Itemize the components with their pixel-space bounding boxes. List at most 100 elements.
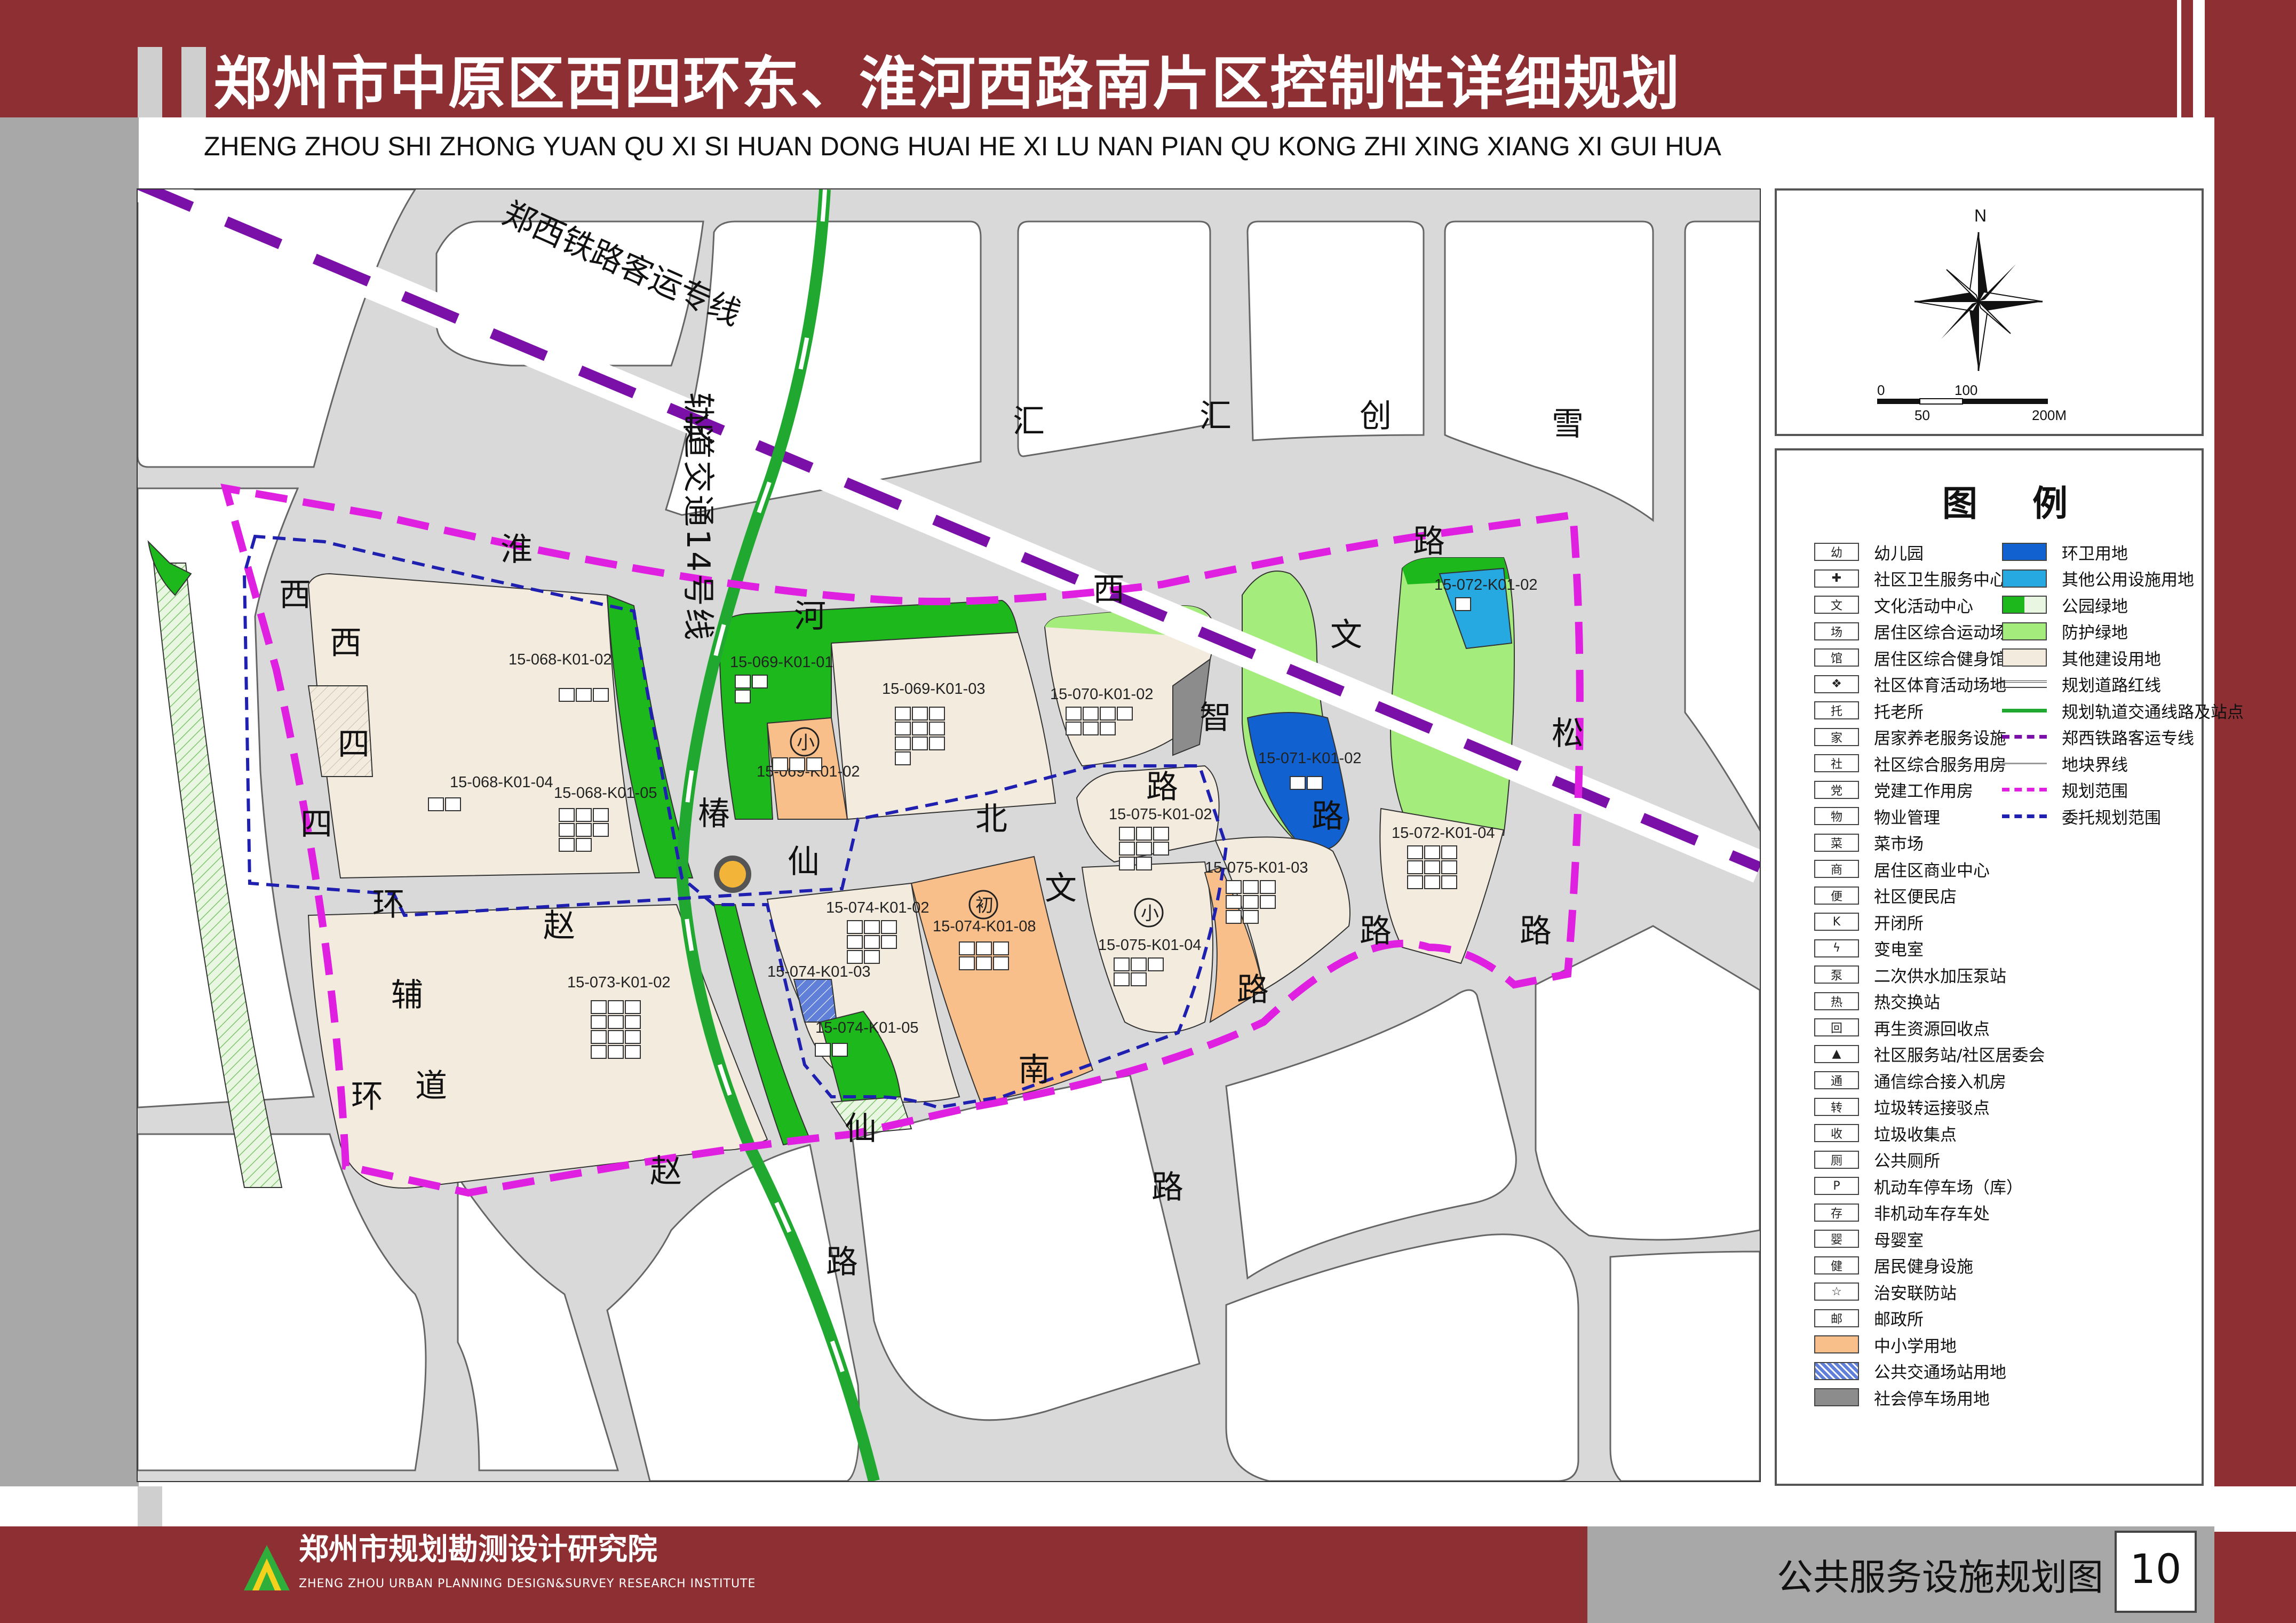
- parcel-id: 15-074-K01-08: [933, 918, 1036, 935]
- legend-swatch-icon: 存: [1814, 1203, 1859, 1222]
- road-label-lu4: 路: [1520, 913, 1552, 950]
- legend-label: 其他公用设施用地: [2062, 571, 2194, 590]
- legend-item: P 机动车停车场（库）: [1814, 1175, 2023, 1198]
- legend-label: 地块界线: [2062, 755, 2128, 775]
- north-label: N: [1974, 206, 1987, 225]
- road-label-lu2: 路: [1312, 798, 1344, 835]
- road-label-huai: 淮: [500, 531, 533, 568]
- legend-item: 公共交通场站用地: [1814, 1360, 2006, 1382]
- legend-item: ❖ 社区体育活动场地: [1814, 674, 2006, 695]
- parcel-id: 15-068-K01-04: [450, 774, 553, 791]
- legend-swatch-icon: 热: [1814, 992, 1859, 1010]
- road-label-wen: 文: [1045, 870, 1077, 907]
- legend-label: 再生资源回收点: [1874, 1019, 1990, 1039]
- legend-label: 开闭所: [1874, 914, 1924, 933]
- legend-swatch-icon: 收: [1814, 1124, 1859, 1142]
- parcel-id: 15-069-K01-03: [882, 680, 985, 698]
- scale-bar: 0 100 50 200M: [1877, 382, 2067, 423]
- legend-item: 菜菜市场: [1814, 832, 1924, 854]
- left-gray-band: [0, 117, 139, 1532]
- legend-label: 居民健身设施: [1874, 1257, 1973, 1277]
- parcel-id: 15-070-K01-02: [1050, 686, 1153, 703]
- legend-swatch-icon: 厕: [1814, 1150, 1859, 1169]
- legend-item: ϟ 变电室: [1814, 938, 1924, 960]
- parcel-id: 15-074-K01-03: [767, 963, 870, 980]
- legend-item: ✚ 社区卫生服务中心: [1814, 568, 2006, 590]
- metro-label: 轨道交通14号线: [679, 392, 717, 642]
- legend-label: 社区综合服务用房: [1874, 755, 2006, 775]
- legend-item: 泵二次供水加压泵站: [1814, 964, 2006, 986]
- legend-label: 防护绿地: [2062, 623, 2128, 643]
- legend-swatch-icon: [2002, 781, 2047, 799]
- institute-logo-icon: [244, 1545, 290, 1590]
- legend-item: ▲ 社区服务站/社区居委会: [1814, 1043, 2045, 1065]
- legend-label: 规划道路红线: [2062, 676, 2161, 695]
- legend-swatch-icon: 泵: [1814, 965, 1859, 984]
- road-label-chun: 椿: [698, 795, 730, 833]
- legend-label: 规划范围: [2062, 782, 2128, 801]
- legend-swatch-icon: [2002, 675, 2047, 693]
- north-arrow-icon: [1914, 232, 2043, 371]
- legend-swatch-icon: ❖: [1814, 675, 1859, 693]
- parcel-id: 15-072-K01-02: [1434, 576, 1537, 593]
- legend-item: ☆ 治安联防站: [1814, 1281, 1957, 1303]
- right-banner: [2214, 0, 2296, 1623]
- legend-label: 幼儿园: [1874, 544, 1924, 564]
- legend-label: 公园绿地: [2062, 597, 2128, 616]
- road-label-lu6: 路: [1151, 1169, 1183, 1206]
- legend-label: 文化活动中心: [1874, 597, 1973, 616]
- legend-swatch-icon: [2002, 754, 2047, 772]
- legend-label: 规划轨道交通线路及站点: [2062, 702, 2244, 722]
- legend-item: 幼幼儿园: [1814, 541, 1924, 564]
- road-label-xue: 雪: [1552, 406, 1584, 443]
- parcel-id: 15-073-K01-02: [567, 974, 670, 991]
- primary-school-mark: 小: [1141, 903, 1159, 924]
- legend-item: 家居家养老服务设施: [1814, 726, 2006, 748]
- legend-item: 党党建工作用房: [1814, 779, 1973, 801]
- road-label-ring-huan: 环: [351, 1078, 383, 1115]
- road-label-si: 四: [338, 726, 370, 763]
- legend-item: 委托规划范围: [2002, 805, 2161, 828]
- legend-item: 热热交换站: [1814, 991, 1940, 1012]
- road-label-xi: 西: [1093, 571, 1125, 608]
- road-label-ring-si: 四: [300, 806, 332, 843]
- road-label-dao: 道: [415, 1067, 447, 1105]
- legend-swatch-icon: [1814, 1361, 1859, 1380]
- legend-item: 馆居住区综合健身馆: [1814, 647, 2006, 669]
- legend-item: 其他公用设施用地: [2002, 568, 2194, 590]
- road-label-lu3: 路: [1360, 913, 1392, 950]
- legend-item: 中小学用地: [1814, 1334, 1957, 1356]
- legend-item: 托托老所: [1814, 700, 1924, 722]
- scale-tick-50: 50: [1914, 407, 1930, 423]
- road-label-huan: 环: [372, 886, 404, 923]
- legend-swatch-icon: 幼: [1814, 543, 1859, 561]
- legend-swatch-icon: 党: [1814, 780, 1859, 799]
- legend-item: 环卫用地: [2002, 541, 2128, 564]
- legend-label: 热交换站: [1874, 993, 1940, 1012]
- parcel-id: 15-069-K01-01: [730, 654, 833, 671]
- institute-name: 郑州市规划勘测设计研究院: [299, 1532, 657, 1567]
- title-pinyin: ZHENG ZHOU SHI ZHONG YUAN QU XI SI HUAN …: [204, 131, 1721, 161]
- legend-swatch-icon: [2002, 622, 2047, 640]
- legend-item: 商居住区商业中心: [1814, 858, 1990, 881]
- legend-item: 社会停车场用地: [1814, 1387, 1990, 1409]
- parcel-id: 15-074-K01-02: [826, 899, 929, 916]
- legend-label: 居住区综合运动场: [1874, 623, 2006, 643]
- legend-item: 文文化活动中心: [1814, 594, 1973, 616]
- legend-item: 健居民健身设施: [1814, 1255, 1973, 1277]
- road-label-ring-xi: 西: [279, 576, 311, 614]
- legend-title: 图 例: [1942, 483, 2089, 524]
- bottom-banner: [0, 1526, 1587, 1623]
- legend-item: 婴母婴室: [1814, 1228, 1924, 1250]
- road-label-wen2: 文: [1330, 616, 1362, 654]
- scale-tick-200: 200M: [2032, 407, 2067, 423]
- legend-label: 委托规划范围: [2062, 808, 2161, 828]
- legend-label: 二次供水加压泵站: [1874, 967, 2006, 986]
- legend-item: 厕公共厕所: [1814, 1149, 1940, 1171]
- legend-item: 规划范围: [2002, 779, 2128, 801]
- legend-item: 其他建设用地: [2002, 647, 2161, 669]
- parcel-id: 15-075-K01-04: [1098, 937, 1201, 954]
- legend-label: 机动车停车场（库）: [1874, 1178, 2023, 1198]
- scale-tick-0: 0: [1877, 382, 1885, 398]
- junior-school-mark: 初: [975, 895, 994, 916]
